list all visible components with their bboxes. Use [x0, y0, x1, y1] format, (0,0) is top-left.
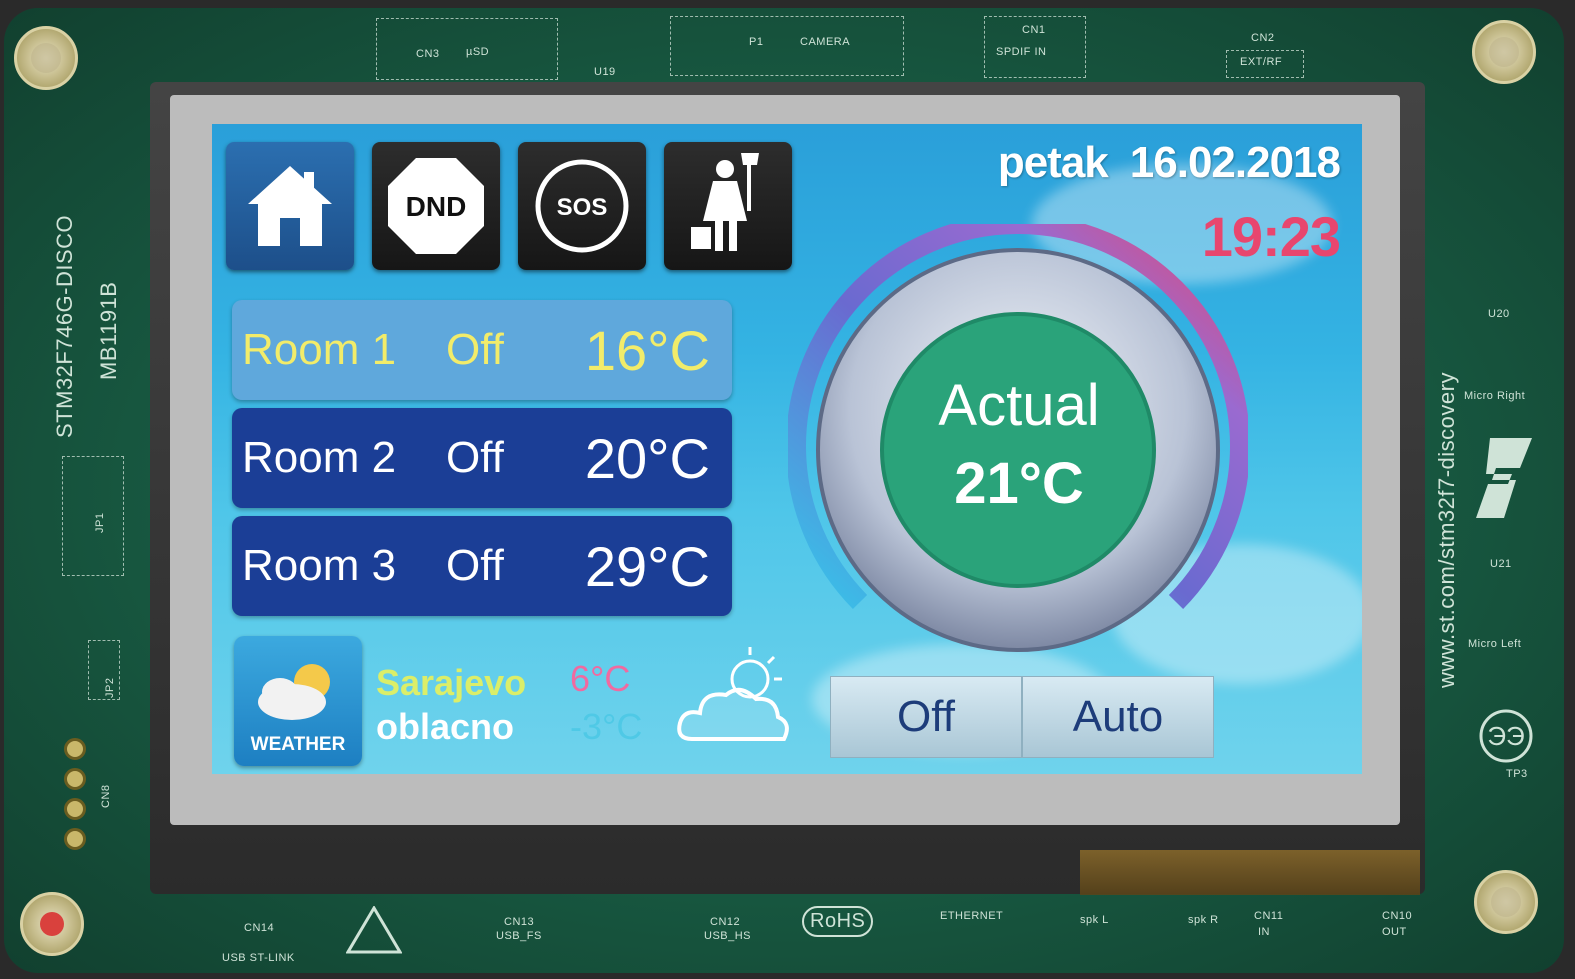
cn8-pin-4	[64, 828, 86, 850]
touch-screen: DND SOS petak 16.02.2018 19:23 Room 1 Off…	[212, 124, 1362, 774]
sos-label: SOS	[557, 194, 608, 221]
mode-off-button[interactable]: Off	[830, 676, 1022, 758]
cn8-pin-3	[64, 798, 86, 820]
spk-l-label: spk L	[1080, 914, 1109, 926]
cn3-label: CN3	[416, 48, 440, 60]
mount-hole-bottom-right	[1474, 870, 1538, 934]
home-button[interactable]	[226, 142, 354, 270]
room-row-2[interactable]: Room 2 Off 20°C	[232, 408, 732, 508]
thermostat-label: Actual	[938, 373, 1100, 438]
jp2-label: JP2	[104, 677, 116, 698]
room-name: Room 3	[242, 541, 397, 590]
mount-hole-top-left	[14, 26, 78, 90]
weather-button-label: WEATHER	[250, 734, 346, 755]
room-row-1[interactable]: Room 1 Off 16°C	[232, 300, 732, 400]
sos-icon: SOS	[535, 159, 629, 253]
cn8-pin-2	[64, 768, 86, 790]
camera-label: CAMERA	[800, 36, 851, 48]
cn14-label: CN14	[244, 922, 275, 934]
out-label: OUT	[1382, 926, 1407, 938]
usb-fs-label: USB_FS	[496, 930, 542, 942]
room-name: Room 2	[242, 433, 397, 482]
cn1-label: CN1	[1022, 24, 1046, 36]
spdif-label: SPDIF IN	[996, 46, 1047, 58]
weather-button[interactable]: WEATHER	[234, 636, 362, 766]
cn8-pin-1	[64, 738, 86, 760]
micro-right-label: Micro Right	[1464, 390, 1526, 402]
u20-label: U20	[1488, 308, 1510, 320]
sun-cloud-icon	[258, 664, 330, 720]
in-label: IN	[1258, 926, 1270, 938]
mount-hole-top-right	[1472, 20, 1536, 84]
board-model-label: STM32F746G-DISCO	[52, 214, 77, 438]
dnd-stop-sign-icon: DND	[388, 158, 484, 254]
cn12-label: CN12	[710, 916, 741, 928]
date-display: petak 16.02.2018	[997, 138, 1341, 188]
day-name: petak	[997, 138, 1109, 187]
p1-label: P1	[749, 36, 764, 48]
weather-city: Sarajevo	[376, 662, 527, 703]
room-temperature: 20°C	[584, 426, 710, 490]
cn10-label: CN10	[1382, 910, 1413, 922]
weather-condition: oblacno	[376, 706, 515, 747]
usb-stlink-label: USB ST-LINK	[222, 952, 295, 964]
ce-mark-icon: ЭЭ	[1479, 709, 1533, 763]
jp1-outline	[62, 456, 124, 576]
esd-warning-icon	[346, 906, 402, 954]
micro-left-label: Micro Left	[1468, 638, 1522, 650]
weather-temp-max: 6°C	[570, 658, 631, 699]
jp1-label: JP1	[94, 512, 106, 533]
u19-label: U19	[594, 66, 616, 78]
extrf-label: EXT/RF	[1240, 56, 1283, 68]
thermostat-value: 21°C	[954, 451, 1084, 516]
rohs-label: RoHS	[802, 906, 874, 937]
room-name: Room 1	[242, 325, 397, 374]
dnd-label: DND	[406, 191, 467, 222]
u21-label: U21	[1490, 558, 1512, 570]
svg-text:ЭЭ: ЭЭ	[1487, 721, 1524, 751]
cn13-label: CN13	[504, 916, 535, 928]
room-row-3[interactable]: Room 3 Off 29°C	[232, 516, 732, 616]
mode-auto-button[interactable]: Auto	[1022, 676, 1214, 758]
board-url-label: www.st.com/stm32f7-discovery	[1434, 372, 1459, 688]
housekeeping-button[interactable]	[664, 142, 792, 270]
mount-hole-bottom-left	[20, 892, 84, 956]
usb-hs-label: USB_HS	[704, 930, 752, 942]
cn8-label: CN8	[100, 784, 112, 808]
dnd-button[interactable]: DND	[372, 142, 500, 270]
weather-temp-min: -3°C	[570, 706, 643, 747]
home-icon	[248, 166, 332, 246]
room-temperature: 16°C	[584, 318, 710, 382]
housekeeping-icon	[691, 153, 759, 251]
lcd-flex-cable	[1080, 850, 1420, 895]
camera-outline	[670, 16, 904, 76]
room-state: Off	[446, 325, 504, 374]
cn11-label: CN11	[1254, 910, 1284, 922]
ethernet-label: ETHERNET	[940, 910, 1004, 922]
st-logo-icon	[1476, 438, 1532, 518]
room-state: Off	[446, 433, 504, 482]
room-temperature: 29°C	[584, 534, 710, 598]
spk-r-label: spk R	[1188, 914, 1219, 926]
cn2-label: CN2	[1251, 32, 1275, 44]
usd-label: µSD	[466, 46, 490, 58]
tp3-label: TP3	[1506, 768, 1528, 780]
board-part-label: MB1191B	[96, 281, 121, 380]
cloudy-weather-icon	[677, 647, 789, 741]
date-value: 16.02.2018	[1129, 138, 1341, 187]
sos-button[interactable]: SOS	[518, 142, 646, 270]
room-state: Off	[446, 541, 504, 590]
